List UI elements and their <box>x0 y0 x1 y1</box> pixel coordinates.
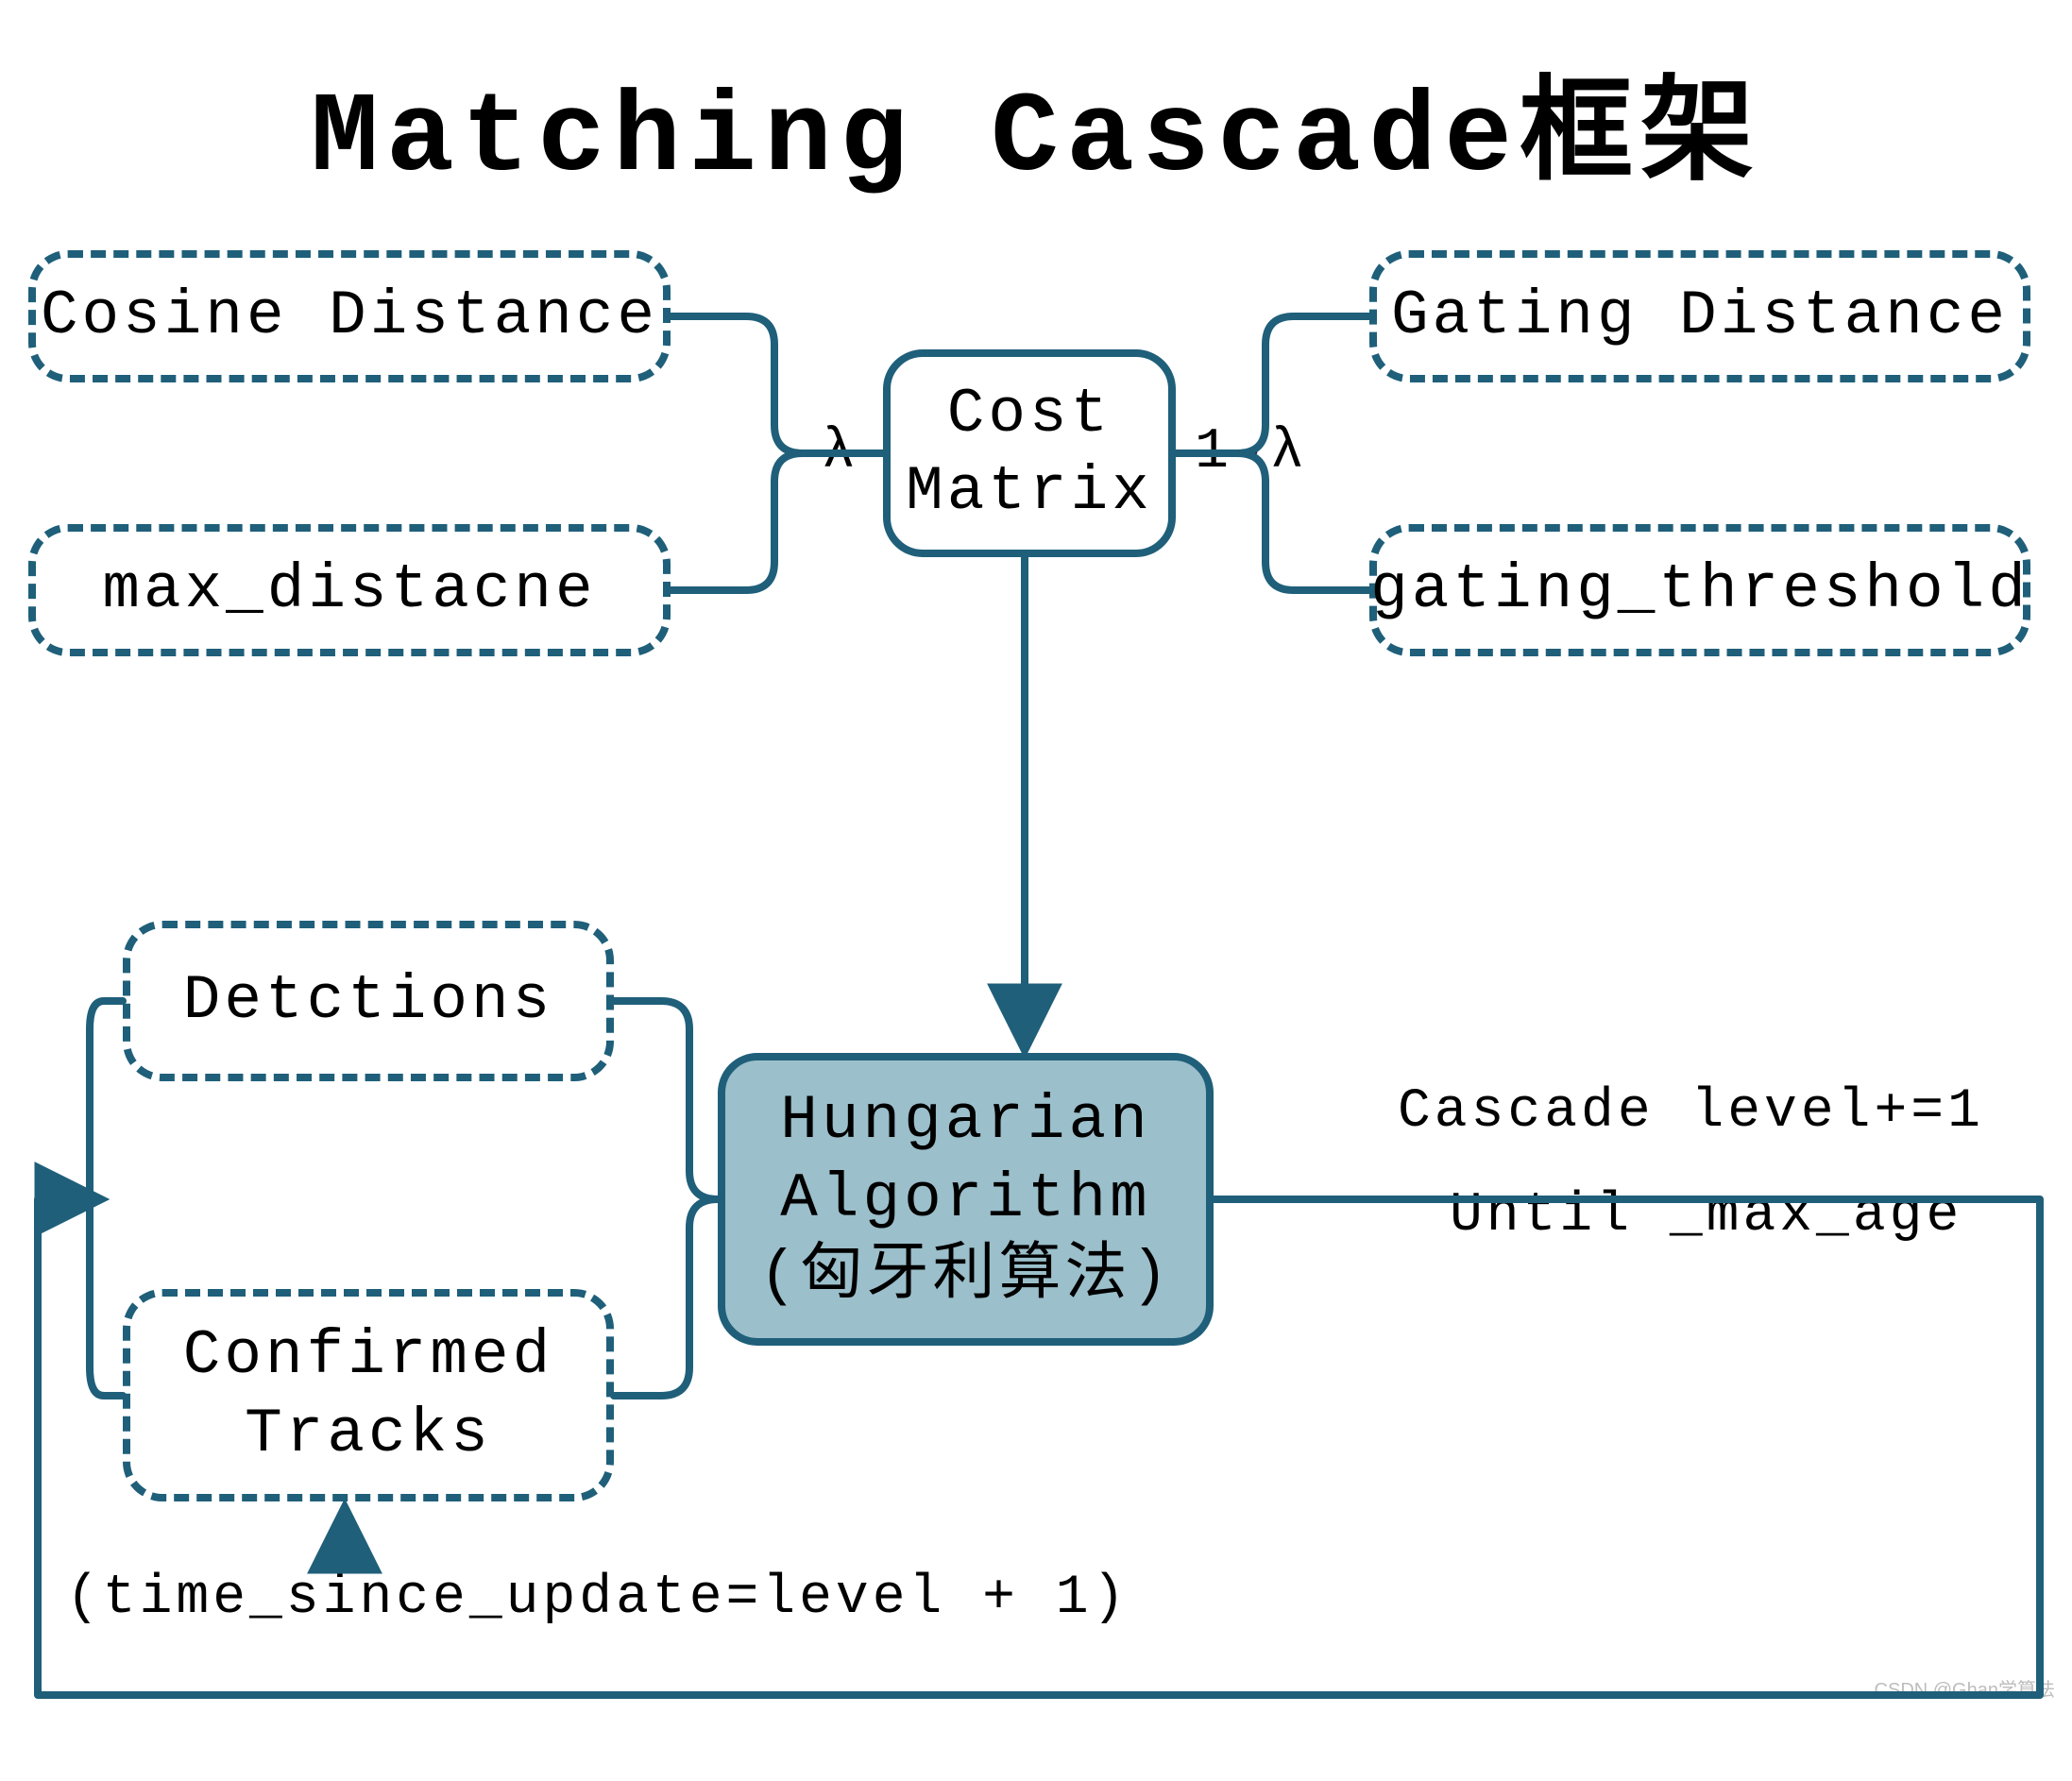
label-lambda: λ <box>822 420 859 484</box>
watermark: CSDN @Ghan学算法 <box>1875 1674 2055 1702</box>
label-one-minus-lambda: 1-λ <box>1195 420 1308 484</box>
node-gating-distance: Gating Distance <box>1369 250 2030 382</box>
diagram-canvas: Matching Cascade框架 Cosine Distance max_d… <box>0 0 2072 1781</box>
label-time-since-update: (time_since_update=level + 1) <box>66 1568 1129 1629</box>
node-max-distance: max_distacne <box>28 524 671 656</box>
node-cost-matrix: Cost Matrix <box>883 349 1176 557</box>
node-hungarian-algorithm: Hungarian Algorithm (匈牙利算法) <box>718 1053 1214 1346</box>
node-detections: Detctions <box>123 921 614 1081</box>
label-cascade-increment: Cascade level+=1 <box>1398 1081 1984 1143</box>
diagram-title: Matching Cascade框架 <box>0 38 2072 204</box>
node-confirmed-tracks: Confirmed Tracks <box>123 1289 614 1501</box>
node-cosine-distance: Cosine Distance <box>28 250 671 382</box>
node-gating-threshold: gating_threshold <box>1369 524 2030 656</box>
label-until-max-age: Until _max_age <box>1450 1185 1962 1247</box>
